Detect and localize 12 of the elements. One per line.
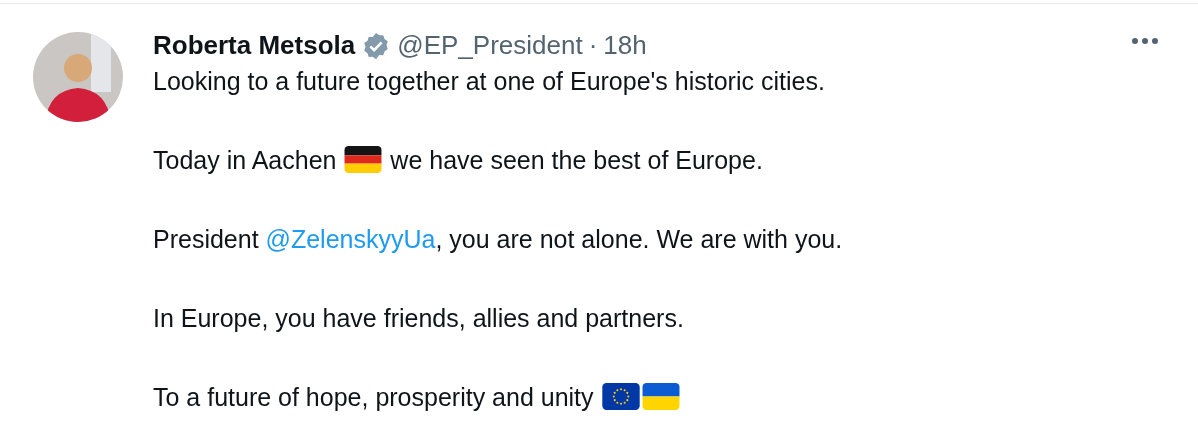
post-text: To a future of hope, prosperity and unity	[153, 377, 843, 417]
separator-dot: ·	[588, 30, 598, 61]
post-text: In Europe, you have friends, allies and partners.	[153, 303, 685, 334]
post-text: Looking to a future together at one of Europe's historic cities.	[153, 66, 826, 97]
ukraine-flag-icon	[641, 383, 680, 410]
post-text: President @ZelenskyyUa, you are not alone. We are with you.	[153, 224, 843, 255]
eu-flag-icon	[601, 383, 640, 410]
post-time[interactable]: 18h	[603, 30, 647, 61]
post-text: Today in Aachen we have seen the best of Europe.	[153, 145, 764, 176]
germany-flag-icon	[344, 146, 383, 173]
author-handle[interactable]: @EP_President	[397, 30, 583, 61]
author-name[interactable]: Roberta Metsola	[153, 30, 356, 61]
